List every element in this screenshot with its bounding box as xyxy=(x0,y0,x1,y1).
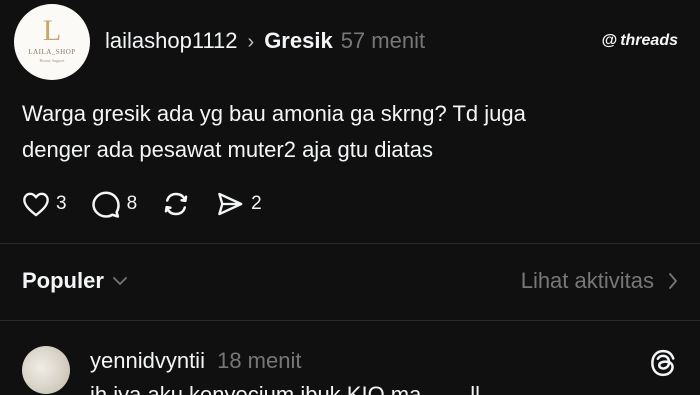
post-text-line: denger ada pesawat muter2 aja gtu diatas xyxy=(22,137,433,162)
reply-count: 8 xyxy=(126,193,138,214)
post-actions: 3 8 2 xyxy=(22,190,286,218)
view-activity-label: Lihat aktivitas xyxy=(520,268,654,293)
reply-author-avatar[interactable] xyxy=(22,346,70,394)
author-line: lailashop1112 › Gresik 57 menit xyxy=(105,28,425,54)
post-location[interactable]: Gresik xyxy=(264,28,333,54)
reply-button[interactable]: 8 xyxy=(91,190,138,218)
post-header: L LAILA_SHOP Beauty Support lailashop111… xyxy=(14,4,686,80)
repost-button[interactable] xyxy=(161,190,191,218)
replies-sort-bar: Populer Lihat aktivitas xyxy=(22,268,678,296)
reply-time: 18 menit xyxy=(217,348,302,373)
threads-logo-icon[interactable] xyxy=(648,348,678,383)
divider xyxy=(0,320,700,321)
avatar-logo-tagline: Beauty Support xyxy=(39,58,65,63)
avatar-logo-name: LAILA_SHOP xyxy=(28,48,76,56)
send-icon xyxy=(218,192,243,216)
comment-bubble-icon xyxy=(91,191,120,218)
post-text: Warga gresik ada yg bau amonia ga skrng?… xyxy=(22,96,672,168)
share-count: 2 xyxy=(251,193,262,214)
chevron-right-icon xyxy=(669,273,677,289)
view-activity-link[interactable]: Lihat aktivitas xyxy=(521,268,678,294)
post-text-line: Warga gresik ada yg bau amonia ga skrng?… xyxy=(22,101,526,126)
avatar-logo-letter: L xyxy=(42,14,62,47)
sort-dropdown[interactable]: Populer xyxy=(22,268,128,294)
reply-item: yennidvyntii 18 menit ih iya aku kenyeci… xyxy=(0,340,700,395)
chevron-down-icon xyxy=(113,277,127,285)
threads-brand: @ threads xyxy=(602,32,678,50)
author-avatar[interactable]: L LAILA_SHOP Beauty Support xyxy=(14,4,90,80)
divider xyxy=(0,243,700,244)
reply-author-line: yennidvyntii 18 menit xyxy=(90,348,301,374)
share-button[interactable]: 2 xyxy=(215,191,262,217)
threads-wordmark: threads xyxy=(620,32,678,49)
like-button[interactable]: 3 xyxy=(22,191,67,217)
repost-icon xyxy=(164,192,188,216)
chevron-right-icon: › xyxy=(247,31,255,53)
reply-author-username[interactable]: yennidvyntii xyxy=(90,348,205,373)
reply-text-preview: ih iya aku kenyecium ibuk KIO ma.... ...… xyxy=(90,382,481,395)
threads-logo-icon: @ xyxy=(601,32,618,49)
author-username[interactable]: lailashop1112 xyxy=(105,28,238,54)
sort-label: Populer xyxy=(22,268,104,293)
like-count: 3 xyxy=(56,193,67,214)
heart-icon xyxy=(23,192,49,217)
post-time: 57 menit xyxy=(340,28,426,53)
